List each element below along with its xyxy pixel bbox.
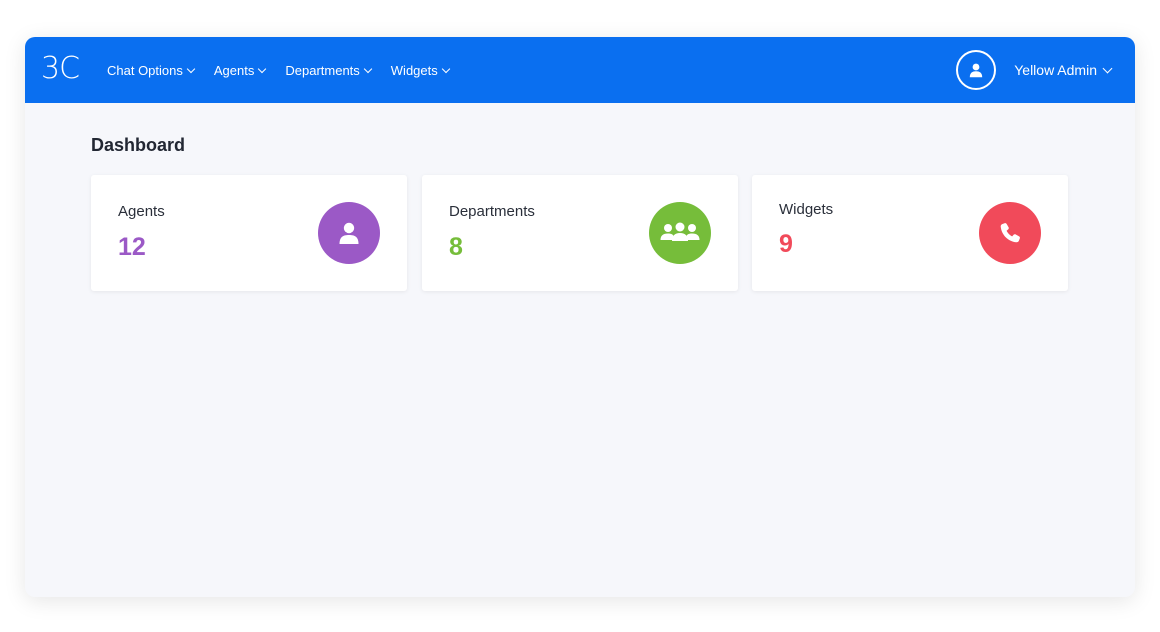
stat-card-value: 9 — [779, 230, 793, 258]
nav-item-label: Agents — [213, 62, 255, 78]
stat-card-icon-badge — [979, 202, 1041, 264]
stat-card-label: Departments — [449, 203, 535, 220]
app-logo[interactable]: 3C — [41, 51, 80, 87]
nav-item-label: Chat Options — [107, 62, 183, 78]
main-nav: Chat Options Agents Departments Widgets — [107, 37, 469, 103]
stat-card-value: 8 — [449, 233, 463, 261]
stat-card-departments[interactable]: Departments 8 — [422, 175, 738, 291]
user-name: Yellow Admin — [1014, 62, 1097, 78]
nav-item-widgets[interactable]: Widgets — [390, 62, 450, 78]
stat-card-widgets[interactable]: Widgets 9 — [752, 175, 1068, 291]
chevron-down-icon — [1102, 63, 1113, 73]
top-navbar: 3C Chat Options Agents Departments Widge… — [25, 37, 1135, 103]
chevron-down-icon — [363, 64, 373, 73]
stat-card-agents[interactable]: Agents 12 — [91, 175, 407, 291]
chevron-down-icon — [186, 64, 196, 73]
stat-card-icon-badge — [649, 202, 711, 264]
stat-card-label: Widgets — [779, 201, 834, 218]
page-title: Dashboard — [91, 135, 186, 155]
nav-item-label: Widgets — [390, 62, 438, 78]
chevron-down-icon — [258, 64, 267, 73]
nav-item-agents[interactable]: Agents — [213, 62, 267, 78]
group-icon — [660, 222, 700, 241]
user-icon — [339, 222, 359, 244]
nav-item-chat-options[interactable]: Chat Options — [107, 62, 196, 78]
phone-icon — [1000, 223, 1020, 243]
avatar[interactable] — [956, 50, 997, 90]
stat-card-value: 12 — [118, 233, 146, 261]
stat-card-label: Agents — [118, 203, 165, 220]
nav-item-label: Departments — [285, 62, 360, 78]
nav-item-departments[interactable]: Departments — [285, 62, 373, 78]
chevron-down-icon — [441, 64, 450, 73]
user-menu[interactable]: Yellow Admin — [956, 50, 1113, 90]
app-window: 3C Chat Options Agents Departments Widge… — [25, 37, 1135, 597]
user-icon — [970, 63, 983, 78]
stat-card-icon-badge — [318, 202, 380, 264]
